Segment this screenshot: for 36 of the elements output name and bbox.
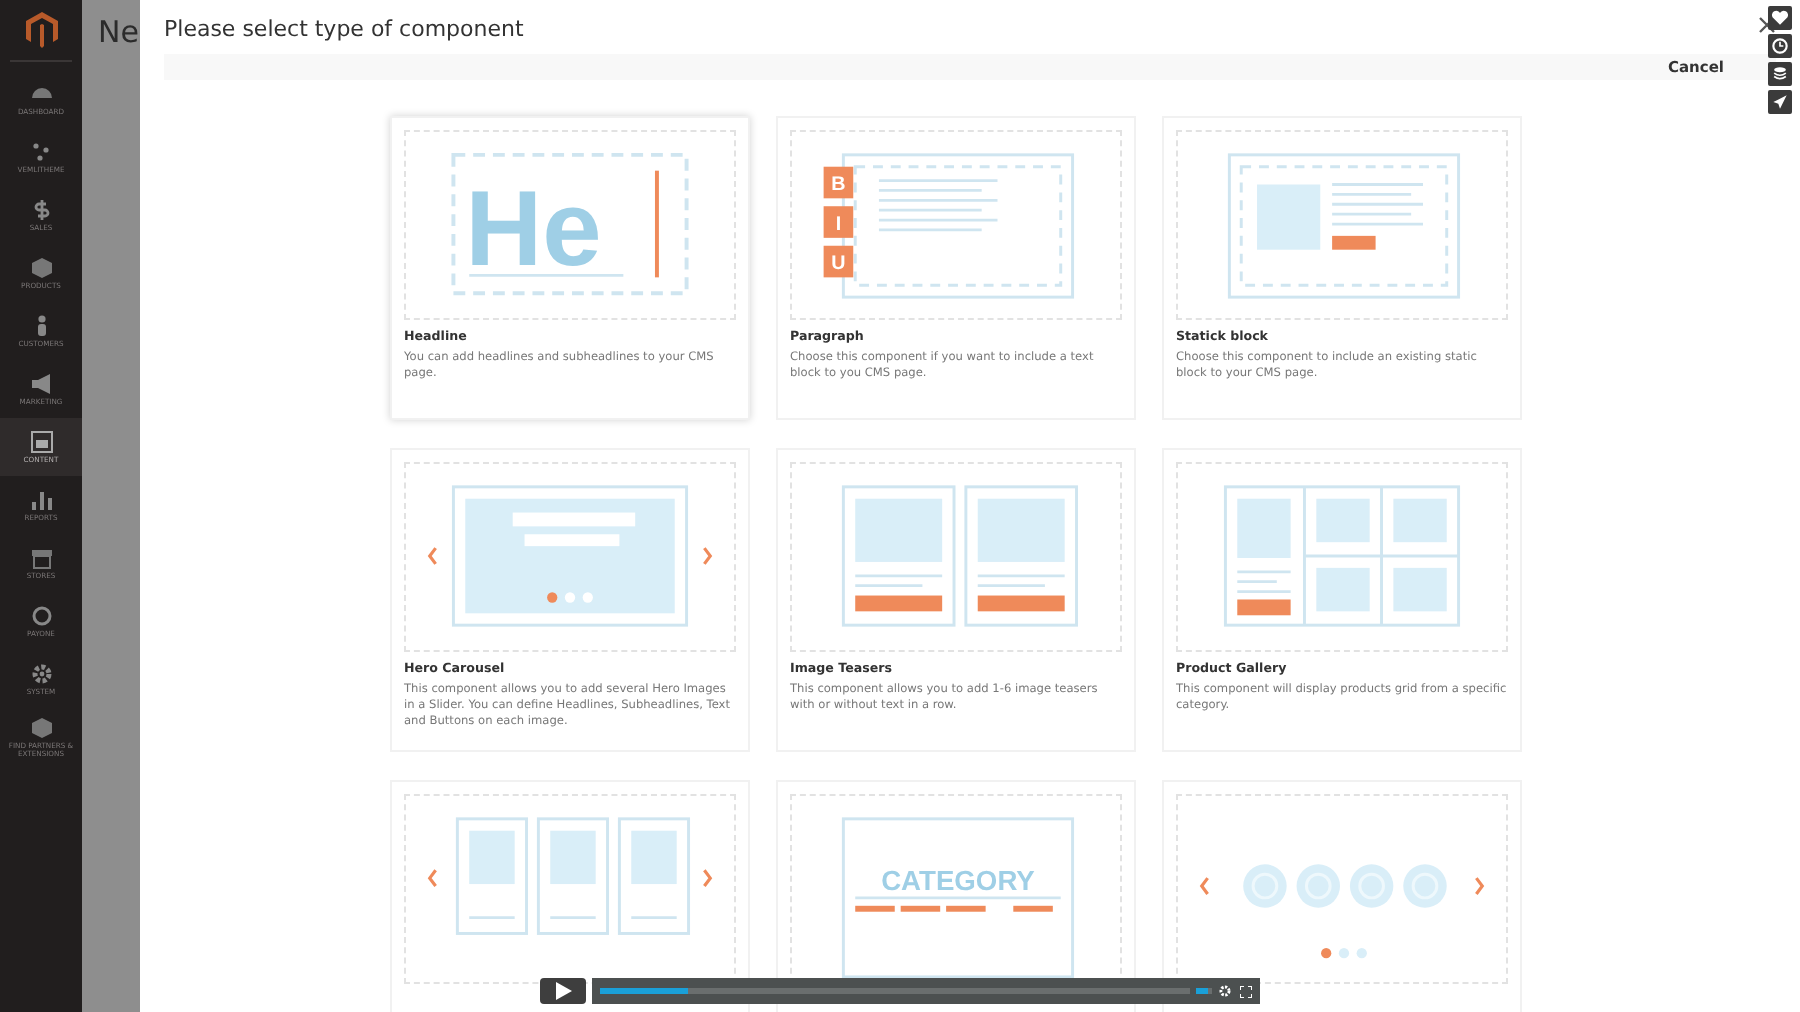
megaphone-icon — [29, 371, 53, 396]
chevron-left-icon — [427, 869, 437, 887]
cube-icon — [29, 255, 53, 280]
chevron-right-icon — [703, 547, 713, 565]
layout-icon — [29, 429, 53, 454]
bar-chart-icon — [29, 487, 53, 512]
format-letter: U — [831, 253, 846, 276]
volume-track[interactable] — [1196, 988, 1212, 994]
chevron-left-icon — [427, 547, 437, 565]
fullscreen-icon[interactable] — [1238, 984, 1252, 998]
cube-icon — [29, 715, 53, 740]
storefront-icon — [29, 545, 53, 570]
headline-sample-text: He — [465, 171, 602, 290]
chevron-right-icon — [703, 869, 713, 887]
send-icon[interactable] — [1768, 90, 1792, 114]
format-letter: B — [831, 174, 846, 197]
close-icon[interactable] — [1758, 16, 1776, 34]
gear-icon — [29, 661, 53, 686]
stack-icon[interactable] — [1768, 62, 1792, 86]
chevron-left-icon — [1199, 877, 1209, 895]
component-card[interactable] — [390, 780, 750, 1012]
sparkle-icon — [29, 139, 53, 164]
play-button[interactable] — [540, 978, 586, 1004]
settings-icon[interactable] — [1218, 984, 1232, 998]
modal-title: Please select type of component — [164, 14, 526, 46]
chevron-right-icon — [1475, 877, 1485, 895]
heart-icon[interactable] — [1768, 6, 1792, 30]
component-card[interactable] — [1162, 780, 1522, 1012]
circle-icon — [29, 603, 53, 628]
dollar-icon — [29, 197, 53, 222]
logo-icon — [25, 12, 57, 48]
category-sample-text: CATEGORY — [881, 864, 1035, 896]
clock-icon[interactable] — [1768, 34, 1792, 58]
play-icon — [555, 982, 571, 1000]
format-letter: I — [835, 213, 842, 236]
page-title: Ne — [98, 14, 140, 50]
